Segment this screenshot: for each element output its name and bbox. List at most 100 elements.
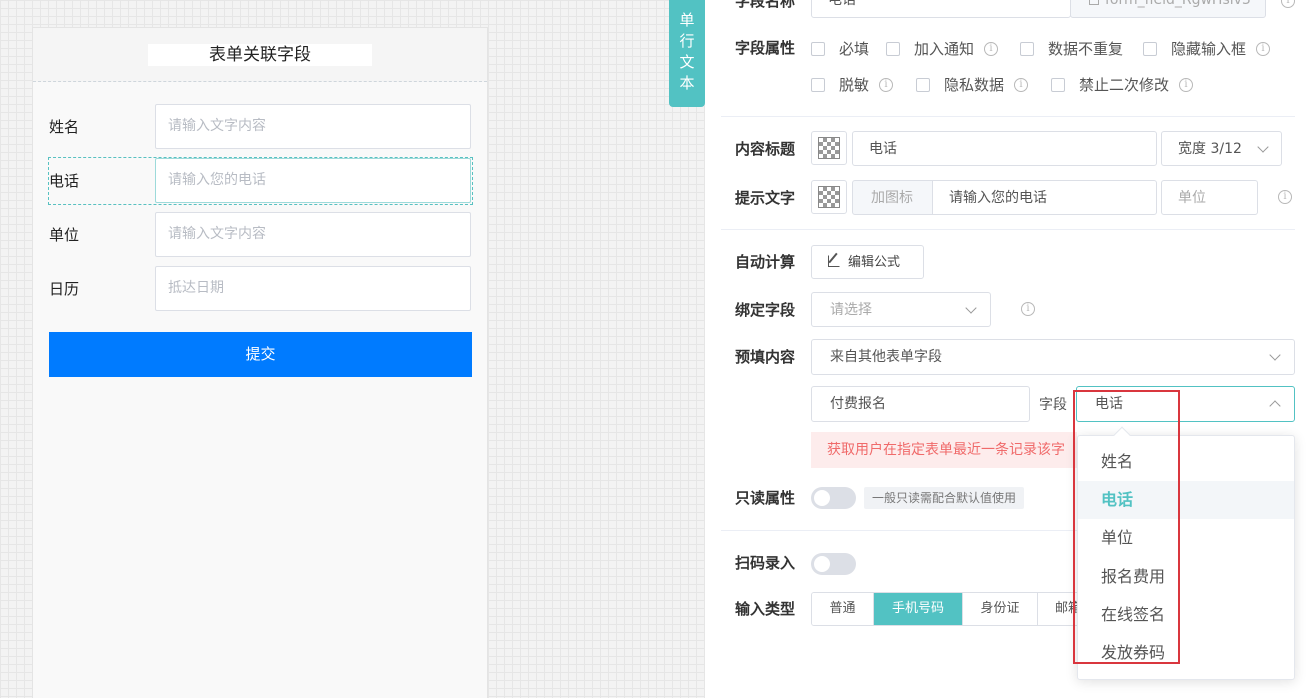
field-label: 姓名 [49, 118, 80, 136]
info-icon: i [1014, 77, 1029, 92]
checkbox-no-second-edit[interactable]: 禁止二次修改 i [1051, 74, 1194, 95]
add-icon-button[interactable]: 加图标 [852, 180, 933, 215]
edit-formula-label: 编辑公式 [848, 255, 901, 270]
checkbox-label: 数据不重复 [1048, 40, 1124, 58]
preview-row-unit[interactable]: 单位 请输入文字内容 [49, 212, 472, 258]
checkbox-desensitize[interactable]: 脱敏 i [811, 74, 894, 95]
checkbox-box[interactable] [1020, 41, 1034, 56]
chevron-down-icon [965, 302, 977, 314]
form-preview: 表单关联字段 姓名 请输入文字内容 电话 请输入您的电话 单位 请输入文字内容 … [32, 27, 488, 698]
info-icon: i [1278, 190, 1292, 204]
annotation-highlight-box [1073, 390, 1180, 664]
chevron-down-icon [1257, 141, 1269, 153]
input-type-label: 输入类型 [735, 600, 796, 618]
info-icon: i [1179, 77, 1194, 92]
document-icon [1089, 0, 1099, 5]
hint-icon-picker[interactable] [811, 180, 847, 214]
checkbox-label: 禁止二次修改 [1079, 76, 1170, 94]
checkbox-private-data[interactable]: 隐私数据 i [916, 74, 1029, 95]
field-id-text: form_field_RgwHslv3 [1105, 0, 1251, 8]
prefill-source-select[interactable]: 来自其他表单字段 [811, 339, 1295, 375]
checkbox-label: 隐私数据 [944, 76, 1005, 94]
scan-label: 扫码录入 [735, 554, 796, 572]
width-select[interactable]: 宽度 3/12 [1161, 131, 1282, 166]
scan-toggle[interactable] [811, 553, 856, 575]
info-icon: i [1256, 41, 1271, 56]
input-type-option[interactable]: 手机号码 [874, 593, 963, 625]
preview-row-phone[interactable]: 电话 请输入您的电话 [48, 157, 473, 205]
info-icon: i [879, 77, 894, 92]
checkbox-hide-input[interactable]: 隐藏输入框 i [1143, 38, 1271, 59]
input-type-segmented: 普通 手机号码 身份证 邮箱 [811, 592, 1099, 626]
toggle-knob [814, 490, 830, 506]
edit-icon [828, 252, 840, 267]
field-name-label: 字段名称 [735, 0, 796, 10]
field-props-label: 字段属性 [735, 39, 796, 57]
unit-input[interactable]: 请输入文字内容 [155, 212, 471, 257]
field-id-box: form_field_RgwHslv3 [1070, 0, 1266, 18]
readonly-label: 只读属性 [735, 489, 796, 507]
divider [721, 229, 1295, 230]
auto-calc-label: 自动计算 [735, 253, 796, 271]
info-icon: i [1281, 0, 1295, 8]
content-title-input[interactable]: 电话 [852, 131, 1157, 166]
width-select-value: 宽度 3/12 [1178, 141, 1242, 157]
preview-title[interactable]: 表单关联字段 [148, 43, 372, 66]
transparent-pattern-icon [818, 137, 840, 159]
preview-header: 表单关联字段 [33, 28, 487, 82]
field-label: 单位 [49, 226, 80, 244]
unit-input[interactable]: 单位 [1161, 180, 1258, 215]
divider [721, 116, 1295, 117]
tab-char: 行 [679, 32, 695, 50]
checkbox-notify[interactable]: 加入通知 i [886, 38, 999, 59]
single-line-text-tab[interactable]: 单 行 文 本 [669, 0, 705, 107]
readonly-hint: 一般只读需配合默认值使用 [864, 487, 1025, 509]
hint-text-input[interactable]: 请输入您的电话 [932, 180, 1157, 215]
content-title-label: 内容标题 [735, 140, 796, 158]
checkbox-box[interactable] [916, 77, 930, 92]
prefill-alert: 获取用户在指定表单最近一条记录该字 [811, 432, 1077, 468]
prefill-form-select[interactable]: 付费报名 [811, 386, 1030, 422]
prefill-field-label: 字段 [1039, 397, 1067, 413]
phone-input[interactable]: 请输入您的电话 [155, 158, 471, 203]
input-type-option[interactable]: 普通 [812, 593, 874, 625]
preview-row-calendar[interactable]: 日历 抵达日期 [49, 266, 472, 312]
chevron-down-icon [1269, 349, 1281, 361]
checkbox-label: 必填 [839, 40, 870, 58]
checkbox-box[interactable] [1143, 41, 1157, 56]
checkbox-required[interactable]: 必填 [811, 38, 869, 59]
tab-char: 文 [679, 53, 695, 71]
toggle-knob [814, 556, 830, 572]
checkbox-label: 脱敏 [839, 76, 870, 94]
info-icon: i [984, 41, 999, 56]
tab-char: 本 [679, 74, 695, 92]
bind-field-select[interactable]: 请选择 [811, 292, 991, 327]
tab-char: 单 [679, 11, 695, 29]
info-icon: i [1021, 302, 1035, 316]
field-name-input[interactable]: 电话 [811, 0, 1071, 18]
field-label: 电话 [49, 172, 80, 190]
field-label: 日历 [49, 280, 80, 298]
calendar-input[interactable]: 抵达日期 [155, 266, 471, 311]
input-type-option[interactable]: 身份证 [963, 593, 1038, 625]
prefill-source-value: 来自其他表单字段 [830, 349, 942, 365]
checkbox-box[interactable] [811, 41, 825, 56]
checkbox-unique[interactable]: 数据不重复 [1020, 38, 1123, 59]
readonly-toggle[interactable] [811, 487, 856, 509]
checkbox-box[interactable] [811, 77, 825, 92]
prefill-label: 预填内容 [735, 348, 796, 366]
chevron-up-icon [1269, 400, 1281, 412]
bind-field-label: 绑定字段 [735, 301, 796, 319]
preview-row-name[interactable]: 姓名 请输入文字内容 [49, 104, 472, 150]
transparent-pattern-icon [818, 186, 840, 208]
bind-field-placeholder: 请选择 [830, 302, 872, 318]
hint-text-label: 提示文字 [735, 189, 796, 207]
edit-formula-button[interactable]: 编辑公式 [811, 245, 924, 279]
checkbox-box[interactable] [886, 41, 900, 56]
name-input[interactable]: 请输入文字内容 [155, 104, 471, 149]
checkbox-label: 加入通知 [914, 40, 975, 58]
submit-button[interactable]: 提交 [49, 332, 472, 377]
checkbox-box[interactable] [1051, 77, 1065, 92]
checkbox-label: 隐藏输入框 [1171, 40, 1247, 58]
title-icon-picker[interactable] [811, 131, 847, 165]
